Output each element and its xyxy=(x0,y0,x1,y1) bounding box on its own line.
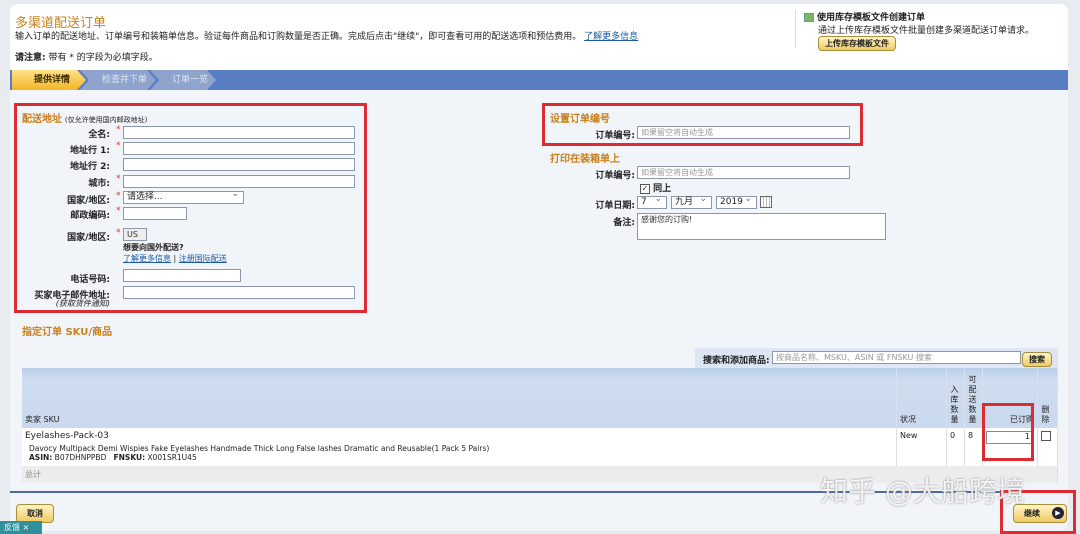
order-id-label: 订单编号: xyxy=(595,131,635,141)
note-textarea[interactable]: 感谢您的订购! xyxy=(637,213,886,240)
calendar-icon[interactable] xyxy=(760,196,772,208)
asin: B07DHNPPBD xyxy=(54,453,107,462)
phone-label: 电话号码: xyxy=(70,275,110,285)
intl-learn-more-link[interactable]: 了解更多信息 xyxy=(123,254,171,263)
email-hint: (获取货件通知) xyxy=(55,299,110,308)
address1-label: 地址行 1: xyxy=(70,146,110,156)
intl-register-link[interactable]: 注册国际配送 xyxy=(179,254,227,263)
month-select[interactable]: 九月 xyxy=(671,194,712,209)
description-text: 输入订单的配送地址、订单编号和装箱单信息。验证每件商品和订购数量是否正确。完成后… xyxy=(15,32,582,42)
packing-order-label: 订单编号: xyxy=(595,171,635,181)
step-summary: 订单一览 xyxy=(150,70,216,90)
country-select[interactable]: 请选择... xyxy=(123,189,244,204)
address2-input[interactable] xyxy=(123,158,355,171)
same-as-above[interactable]: ✓ 同上 xyxy=(640,181,671,194)
feedback-tab[interactable]: 反馈 × xyxy=(0,521,42,534)
day-select[interactable]: 7 xyxy=(637,194,667,209)
order-id-title: 设置订单编号 xyxy=(550,114,610,125)
step-provide-details: 提供详情 xyxy=(12,70,86,90)
row-sku: Eyelashes-Pack-03 xyxy=(25,431,109,441)
ordered-highlight xyxy=(982,403,1034,461)
learn-more-link[interactable]: 了解更多信息 xyxy=(584,32,638,42)
intl-question: 想要向国外配送? xyxy=(123,243,184,252)
fnsku: X001SR1U45 xyxy=(147,453,197,462)
postal-label: 邮政编码: xyxy=(70,211,110,221)
col-delete: 删除 xyxy=(1041,405,1050,424)
country2-value: US xyxy=(123,228,147,241)
country-label: 国家/地区: xyxy=(67,196,110,206)
watermark: 知乎 @大船跨境 xyxy=(820,475,1025,508)
shipping-title: 配送地址 xyxy=(22,114,62,125)
search-input[interactable]: 按商品名称、MSKU、ASIN 或 FNSKU 搜索 xyxy=(772,351,1021,364)
search-label: 搜索和添加商品: xyxy=(703,356,770,366)
separator: | xyxy=(173,254,177,263)
order-date-label: 订单日期: xyxy=(595,201,635,211)
postal-input[interactable] xyxy=(123,207,187,220)
checkbox-checked-icon[interactable]: ✓ xyxy=(640,184,650,194)
full-name-input[interactable] xyxy=(123,126,355,139)
row-available: 8 xyxy=(964,428,983,466)
page-description: 输入订单的配送地址、订单编号和装箱单信息。验证每件商品和订购数量是否正确。完成后… xyxy=(15,29,638,42)
step-review: 检查并下单 xyxy=(80,70,156,90)
city-label: 城市: xyxy=(88,179,110,189)
city-input[interactable] xyxy=(123,175,355,188)
template-title: 使用库存模板文件创建订单 xyxy=(817,13,926,23)
delete-checkbox[interactable] xyxy=(1041,431,1051,441)
col-sku: 卖家 SKU xyxy=(22,368,897,428)
search-button[interactable]: 搜索 xyxy=(1022,352,1052,367)
row-inbound: 0 xyxy=(946,428,965,466)
note-label: 备注: xyxy=(613,218,635,228)
packing-order-input[interactable]: 如果留空将自动生成 xyxy=(637,166,850,179)
row-title: Davocy Multipack Demi Wispies Fake Eyela… xyxy=(29,444,490,453)
same-label: 同上 xyxy=(653,184,672,194)
country2-label: 国家/地区: xyxy=(67,233,110,243)
row-condition: New xyxy=(896,428,947,466)
col-inbound: 入库数量 xyxy=(950,385,959,424)
full-name-label: 全名: xyxy=(88,130,110,140)
email-input[interactable] xyxy=(123,286,355,299)
template-upload-box: 使用库存模板文件创建订单 通过上传库存模板文件批量创建多渠道配送订单请求。 上传… xyxy=(795,10,1065,51)
feedback-label: 反馈 xyxy=(4,523,20,532)
upload-template-button[interactable]: 上传库存模板文件 xyxy=(818,36,896,51)
table-row: Eyelashes-Pack-03 Davocy Multipack Demi … xyxy=(22,428,1058,466)
year-select[interactable]: 2019 xyxy=(716,194,757,209)
address2-label: 地址行 2: xyxy=(70,162,110,172)
col-condition: 状况 xyxy=(896,368,947,428)
step-bar: 提供详情 检查并下单 订单一览 xyxy=(10,70,1068,90)
note-label: 请注意: xyxy=(15,53,46,63)
template-desc: 通过上传库存模板文件批量创建多渠道配送订单请求。 xyxy=(818,26,1035,36)
asin-label: ASIN: xyxy=(29,453,53,462)
shipping-hint: (仅允许使用国内邮政地址) xyxy=(64,116,148,124)
items-table: 卖家 SKU 状况 入库数量 可配送数量 已订购 删除 Eyelashes-Pa… xyxy=(22,368,1058,483)
phone-input[interactable] xyxy=(123,269,241,282)
search-bar: 搜索和添加商品: 按商品名称、MSKU、ASIN 或 FNSKU 搜索 搜索 xyxy=(695,348,1058,368)
address1-input[interactable] xyxy=(123,142,355,155)
note-text: 带有 * 的字段为必填字段。 xyxy=(45,53,158,63)
fnsku-label: FNSKU: xyxy=(113,453,146,462)
packing-title: 打印在装箱单上 xyxy=(550,154,620,165)
upload-file-icon xyxy=(804,13,814,22)
items-title: 指定订单 SKU/商品 xyxy=(22,327,113,338)
col-available: 可配送数量 xyxy=(968,375,977,424)
required-note: 请注意: 带有 * 的字段为必填字段。 xyxy=(15,50,158,63)
order-id-input[interactable]: 如果留空将自动生成 xyxy=(637,126,850,139)
